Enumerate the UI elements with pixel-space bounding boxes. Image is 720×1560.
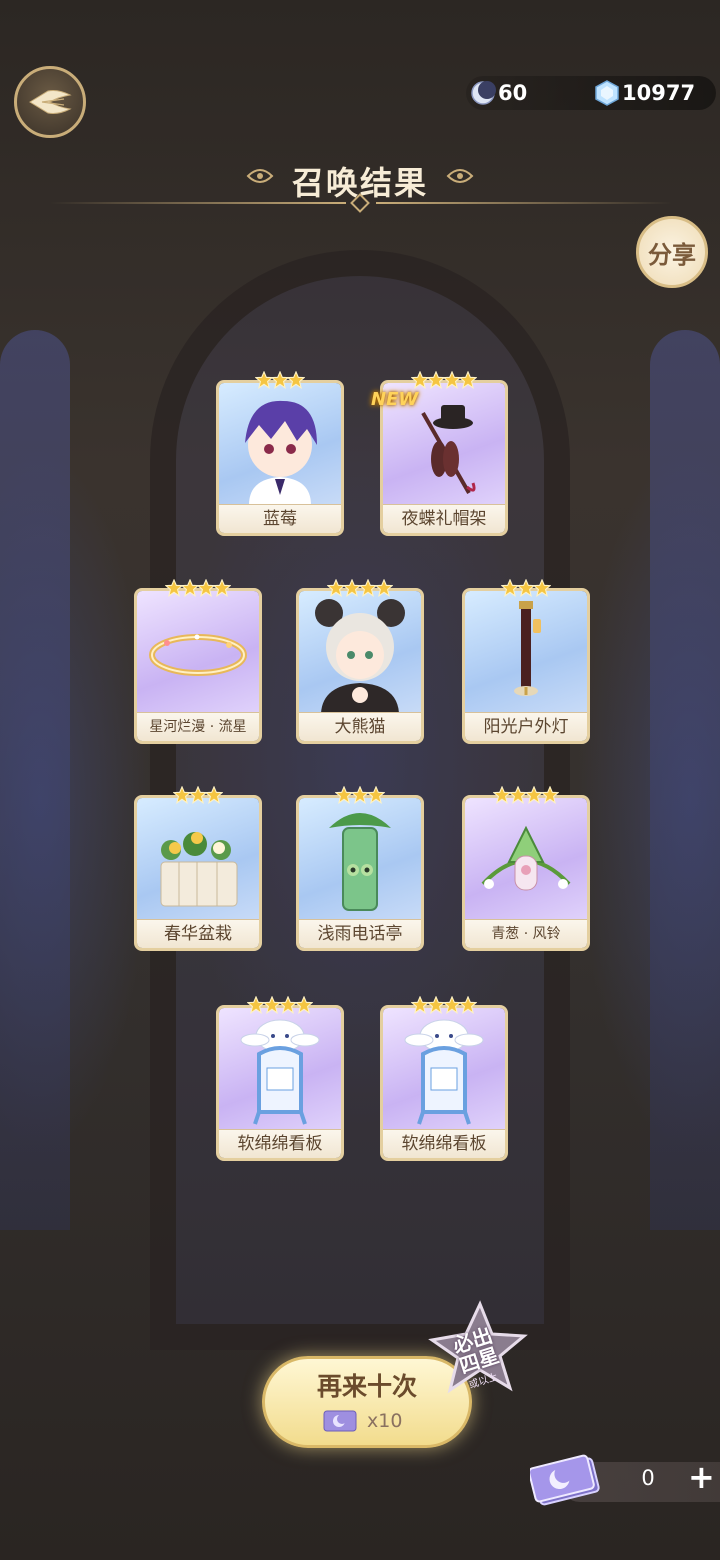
add-ticket-button[interactable]: + bbox=[688, 1458, 715, 1496]
result-card[interactable]: 软绵绵看板 bbox=[216, 995, 344, 1161]
result-card[interactable]: 蓝莓 bbox=[216, 370, 344, 536]
summon-ticket-icon bbox=[323, 1410, 357, 1432]
window-pillar-right bbox=[650, 330, 720, 1230]
new-badge: NEW bbox=[371, 389, 419, 410]
background-cathedral bbox=[0, 0, 720, 1560]
crystal-value: 10977 bbox=[622, 81, 696, 105]
star-icon bbox=[366, 785, 386, 804]
result-card[interactable]: 青葱 · 风铃 bbox=[462, 785, 590, 951]
rarity-stars bbox=[465, 785, 587, 806]
rarity-stars bbox=[383, 370, 505, 391]
moon-token-value: 60 bbox=[498, 81, 528, 105]
card-name: 春华盆栽 bbox=[137, 919, 259, 948]
window-pillar-left bbox=[0, 330, 70, 1230]
rarity-stars bbox=[219, 370, 341, 391]
rarity-stars bbox=[299, 785, 421, 806]
result-card[interactable]: 春华盆栽 bbox=[134, 785, 262, 951]
star-icon bbox=[532, 578, 552, 597]
currency-bar: 60 10977 bbox=[466, 76, 716, 110]
card-name: 夜蝶礼帽架 bbox=[383, 504, 505, 533]
star-icon bbox=[458, 995, 478, 1014]
star-icon bbox=[212, 578, 232, 597]
star-icon bbox=[458, 370, 478, 389]
crystal-gem-icon bbox=[595, 80, 619, 106]
title-divider-right bbox=[376, 202, 672, 204]
summon-ticket-icon bbox=[530, 1454, 600, 1506]
title-banner: 召唤结果 bbox=[0, 152, 720, 213]
card-name: 星河烂漫 · 流星 bbox=[137, 712, 259, 741]
card-name: 蓝莓 bbox=[219, 504, 341, 533]
rarity-stars bbox=[137, 785, 259, 806]
flower-planter-box-art bbox=[137, 798, 259, 920]
bunny-signboard-art bbox=[383, 1008, 505, 1130]
rarity-stars bbox=[137, 578, 259, 599]
result-card[interactable]: 星河烂漫 · 流星 bbox=[134, 578, 262, 744]
star-icon bbox=[540, 785, 560, 804]
card-name: 青葱 · 风铃 bbox=[465, 919, 587, 948]
result-card[interactable]: 软绵绵看板 bbox=[380, 995, 508, 1161]
card-name: 软绵绵看板 bbox=[383, 1129, 505, 1158]
title-divider-left bbox=[50, 202, 346, 204]
summon-cost-value: x10 bbox=[367, 1410, 403, 1432]
green-wind-chime-art bbox=[465, 798, 587, 920]
star-icon bbox=[286, 370, 306, 389]
rarity-stars bbox=[219, 995, 341, 1016]
summon-cost: x10 bbox=[323, 1409, 402, 1433]
star-icon bbox=[294, 995, 314, 1014]
share-label: 分享 bbox=[648, 240, 696, 269]
result-card[interactable]: 大熊猫 bbox=[296, 578, 424, 744]
card-name: 大熊猫 bbox=[299, 712, 421, 741]
card-name: 阳光户外灯 bbox=[465, 712, 587, 741]
back-button[interactable] bbox=[14, 66, 86, 138]
share-button[interactable]: 分享 bbox=[636, 216, 708, 288]
bunny-signboard-art bbox=[219, 1008, 341, 1130]
outdoor-lamp-post-art bbox=[465, 591, 587, 713]
purple-haired-boy-character-art bbox=[219, 383, 341, 505]
rarity-stars bbox=[465, 578, 587, 599]
frog-phone-booth-art bbox=[299, 798, 421, 920]
star-icon bbox=[374, 578, 394, 597]
star-icon bbox=[204, 785, 224, 804]
golden-starry-ring-art bbox=[137, 591, 259, 713]
ticket-count: 0 bbox=[641, 1466, 655, 1490]
moon-token-icon bbox=[471, 81, 496, 105]
result-card[interactable]: 浅雨电话亭 bbox=[296, 785, 424, 951]
crystal-counter: 10977 bbox=[594, 76, 695, 110]
rarity-stars bbox=[299, 578, 421, 599]
leaf-ornament-icon bbox=[446, 169, 474, 183]
card-name: 软绵绵看板 bbox=[219, 1129, 341, 1158]
card-name: 浅雨电话亭 bbox=[299, 919, 421, 948]
moon-token-counter: 60 bbox=[470, 76, 527, 110]
result-card[interactable]: 阳光户外灯 bbox=[462, 578, 590, 744]
panda-hood-character-art bbox=[299, 591, 421, 713]
rarity-stars bbox=[383, 995, 505, 1016]
result-card[interactable]: 夜蝶礼帽架 NEW bbox=[371, 370, 508, 536]
back-wing-icon bbox=[29, 90, 72, 114]
